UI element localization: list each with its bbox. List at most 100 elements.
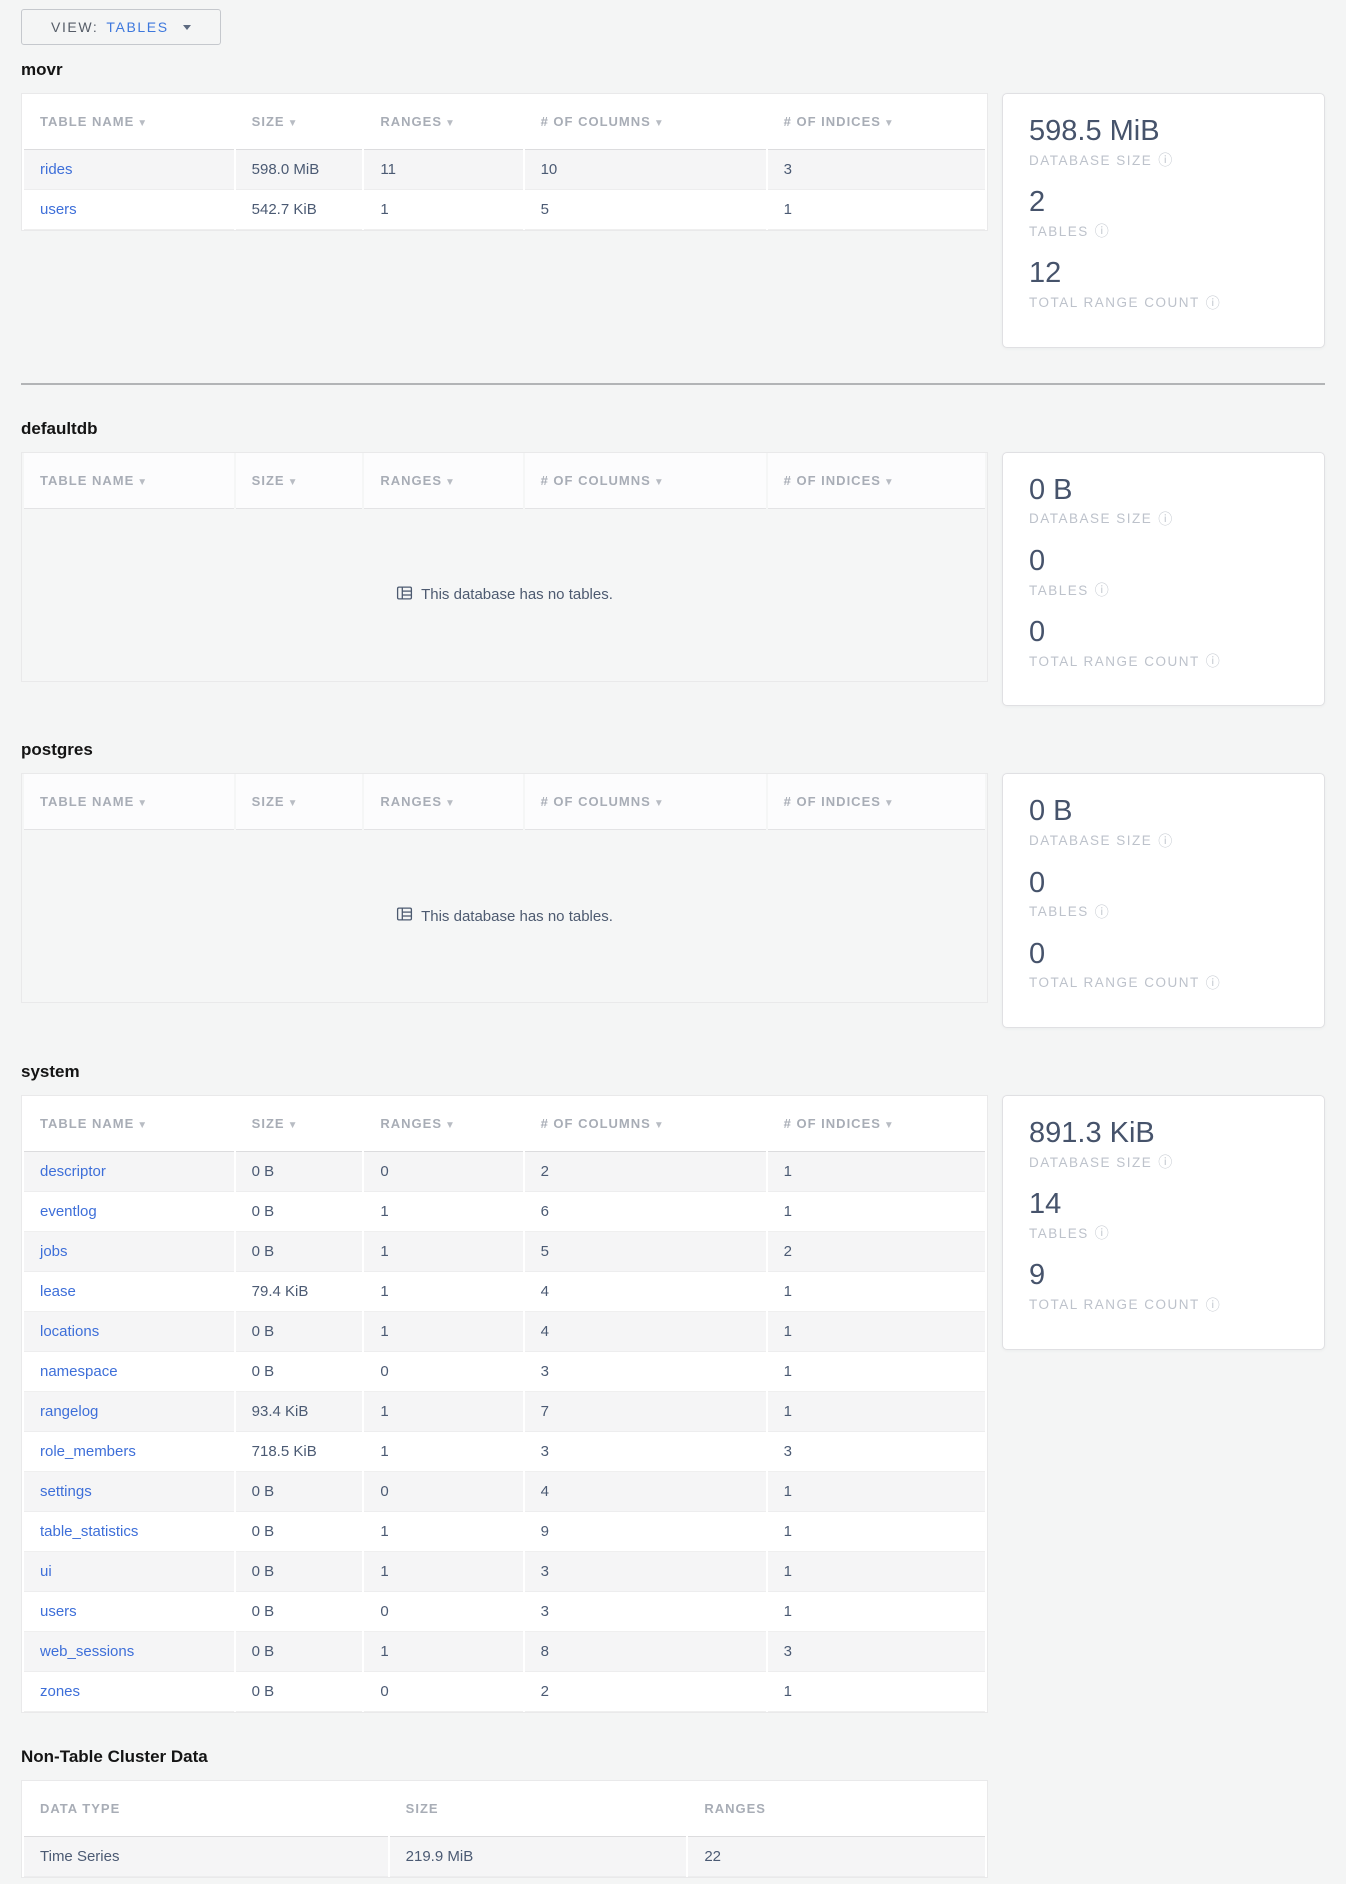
info-icon[interactable]: ⓘ [1095, 580, 1111, 600]
table-name-link[interactable]: descriptor [40, 1163, 106, 1180]
database-section-movr: TABLE NAME▼SIZE▼RANGES▼# OF COLUMNS▼# OF… [21, 93, 1325, 348]
cell-ranges: 0 [364, 1352, 522, 1392]
sort-icon: ▼ [137, 118, 148, 129]
info-icon[interactable]: ⓘ [1158, 150, 1174, 170]
cell-ranges: 22 [688, 1837, 985, 1877]
table-name-link[interactable]: zones [40, 1683, 80, 1700]
info-icon[interactable]: ⓘ [1158, 509, 1174, 529]
info-icon[interactable]: ⓘ [1158, 1152, 1174, 1172]
cell-table-name: role_members [24, 1432, 234, 1472]
cell-indices: 1 [768, 1592, 985, 1632]
cell-indices: 1 [768, 1512, 985, 1552]
table-name-link[interactable]: jobs [40, 1243, 68, 1260]
cell-ranges: 1 [364, 1512, 522, 1552]
stat-label-text: DATABASE SIZE [1029, 511, 1152, 526]
info-icon[interactable]: ⓘ [1206, 293, 1222, 313]
empty-database-message: This database has no tables. [22, 509, 987, 681]
database-summary-panel-postgres: 0 BDATABASE SIZEⓘ0TABLESⓘ0TOTAL RANGE CO… [1002, 773, 1325, 1028]
empty-database-message: This database has no tables. [22, 830, 987, 1002]
column-header-of-indices[interactable]: # OF INDICES▼ [768, 774, 985, 830]
table-name-link[interactable]: users [40, 201, 77, 218]
column-header-size[interactable]: SIZE▼ [236, 1096, 363, 1152]
cell-size: 0 B [236, 1672, 363, 1712]
stat-database-size: 598.5 MiBDATABASE SIZEⓘ [1029, 114, 1300, 170]
table-name-link[interactable]: users [40, 1603, 77, 1620]
table-name-link[interactable]: ui [40, 1563, 52, 1580]
table-header-row: TABLE NAME▼SIZE▼RANGES▼# OF COLUMNS▼# OF… [24, 453, 985, 509]
database-heading-system: system [21, 1062, 1325, 1082]
table-name-link[interactable]: eventlog [40, 1203, 97, 1220]
sort-icon: ▼ [884, 118, 895, 129]
column-header-of-columns[interactable]: # OF COLUMNS▼ [525, 453, 766, 509]
column-header-label: SIZE [252, 114, 285, 129]
sort-icon: ▼ [137, 477, 148, 488]
column-header-table-name[interactable]: TABLE NAME▼ [24, 1096, 234, 1152]
cell-size: 93.4 KiB [236, 1392, 363, 1432]
info-icon[interactable]: ⓘ [1095, 221, 1111, 241]
database-section-postgres: TABLE NAME▼SIZE▼RANGES▼# OF COLUMNS▼# OF… [21, 773, 1325, 1028]
info-icon[interactable]: ⓘ [1206, 651, 1222, 671]
column-header-table-name[interactable]: TABLE NAME▼ [24, 94, 234, 150]
cell-size: 598.0 MiB [236, 150, 363, 190]
table-row: rides598.0 MiB11103 [24, 150, 985, 190]
column-header-table-name[interactable]: TABLE NAME▼ [24, 453, 234, 509]
column-header-label: TABLE NAME [40, 794, 134, 809]
column-header-size[interactable]: SIZE▼ [236, 94, 363, 150]
stat-total-range-count-label: TOTAL RANGE COUNTⓘ [1029, 651, 1300, 671]
column-header-of-indices[interactable]: # OF INDICES▼ [768, 94, 985, 150]
column-header-data-type[interactable]: DATA TYPE [24, 1781, 388, 1837]
column-header-of-columns[interactable]: # OF COLUMNS▼ [525, 94, 766, 150]
info-icon[interactable]: ⓘ [1206, 1295, 1222, 1315]
stat-total-range-count-value: 0 [1029, 937, 1300, 971]
table-name-link[interactable]: table_statistics [40, 1523, 138, 1540]
cell-columns: 4 [525, 1272, 766, 1312]
column-header-size[interactable]: SIZE▼ [236, 774, 363, 830]
column-header-size[interactable]: SIZE▼ [236, 453, 363, 509]
non-table-data-table: DATA TYPESIZERANGESTime Series219.9 MiB2… [21, 1780, 988, 1878]
info-icon[interactable]: ⓘ [1095, 1223, 1111, 1243]
column-header-of-columns[interactable]: # OF COLUMNS▼ [525, 1096, 766, 1152]
table-name-link[interactable]: settings [40, 1483, 92, 1500]
cell-table-name: users [24, 190, 234, 230]
column-header-table-name[interactable]: TABLE NAME▼ [24, 774, 234, 830]
column-header-label: RANGES [380, 114, 442, 129]
table-name-link[interactable]: web_sessions [40, 1643, 134, 1660]
column-header-ranges[interactable]: RANGES [688, 1781, 985, 1837]
info-icon[interactable]: ⓘ [1206, 973, 1222, 993]
view-dropdown[interactable]: VIEW: TABLES [21, 9, 221, 45]
cell-ranges: 1 [364, 1232, 522, 1272]
info-icon[interactable]: ⓘ [1095, 902, 1111, 922]
table-name-link[interactable]: rides [40, 161, 73, 178]
column-header-ranges[interactable]: RANGES▼ [364, 1096, 522, 1152]
info-icon[interactable]: ⓘ [1158, 831, 1174, 851]
cell-columns: 4 [525, 1312, 766, 1352]
table-name-link[interactable]: lease [40, 1283, 76, 1300]
table-row: namespace0 B031 [24, 1352, 985, 1392]
column-header-label: # OF COLUMNS [541, 1116, 651, 1131]
table-name-link[interactable]: rangelog [40, 1403, 98, 1420]
column-header-of-indices[interactable]: # OF INDICES▼ [768, 1096, 985, 1152]
stat-total-range-count: 12TOTAL RANGE COUNTⓘ [1029, 256, 1300, 312]
database-tables-list: TABLE NAME▼SIZE▼RANGES▼# OF COLUMNS▼# OF… [22, 453, 987, 509]
column-header-ranges[interactable]: RANGES▼ [364, 94, 522, 150]
database-tables-list: TABLE NAME▼SIZE▼RANGES▼# OF COLUMNS▼# OF… [22, 94, 987, 230]
column-header-ranges[interactable]: RANGES▼ [364, 774, 522, 830]
table-name-link[interactable]: namespace [40, 1363, 118, 1380]
table-name-link[interactable]: locations [40, 1323, 99, 1340]
sort-icon: ▼ [654, 118, 665, 129]
stat-database-size-label: DATABASE SIZEⓘ [1029, 1152, 1300, 1172]
cell-ranges: 1 [364, 1192, 522, 1232]
stat-database-size: 891.3 KiBDATABASE SIZEⓘ [1029, 1116, 1300, 1172]
column-header-of-indices[interactable]: # OF INDICES▼ [768, 453, 985, 509]
table-name-link[interactable]: role_members [40, 1443, 136, 1460]
table-row: settings0 B041 [24, 1472, 985, 1512]
cell-indices: 3 [768, 1632, 985, 1672]
column-header-ranges[interactable]: RANGES▼ [364, 453, 522, 509]
cell-indices: 1 [768, 1472, 985, 1512]
cell-table-name: namespace [24, 1352, 234, 1392]
cell-size: 542.7 KiB [236, 190, 363, 230]
column-header-of-columns[interactable]: # OF COLUMNS▼ [525, 774, 766, 830]
cell-ranges: 0 [364, 1152, 522, 1192]
tables-table-system: TABLE NAME▼SIZE▼RANGES▼# OF COLUMNS▼# OF… [21, 1095, 988, 1713]
column-header-size[interactable]: SIZE [390, 1781, 687, 1837]
